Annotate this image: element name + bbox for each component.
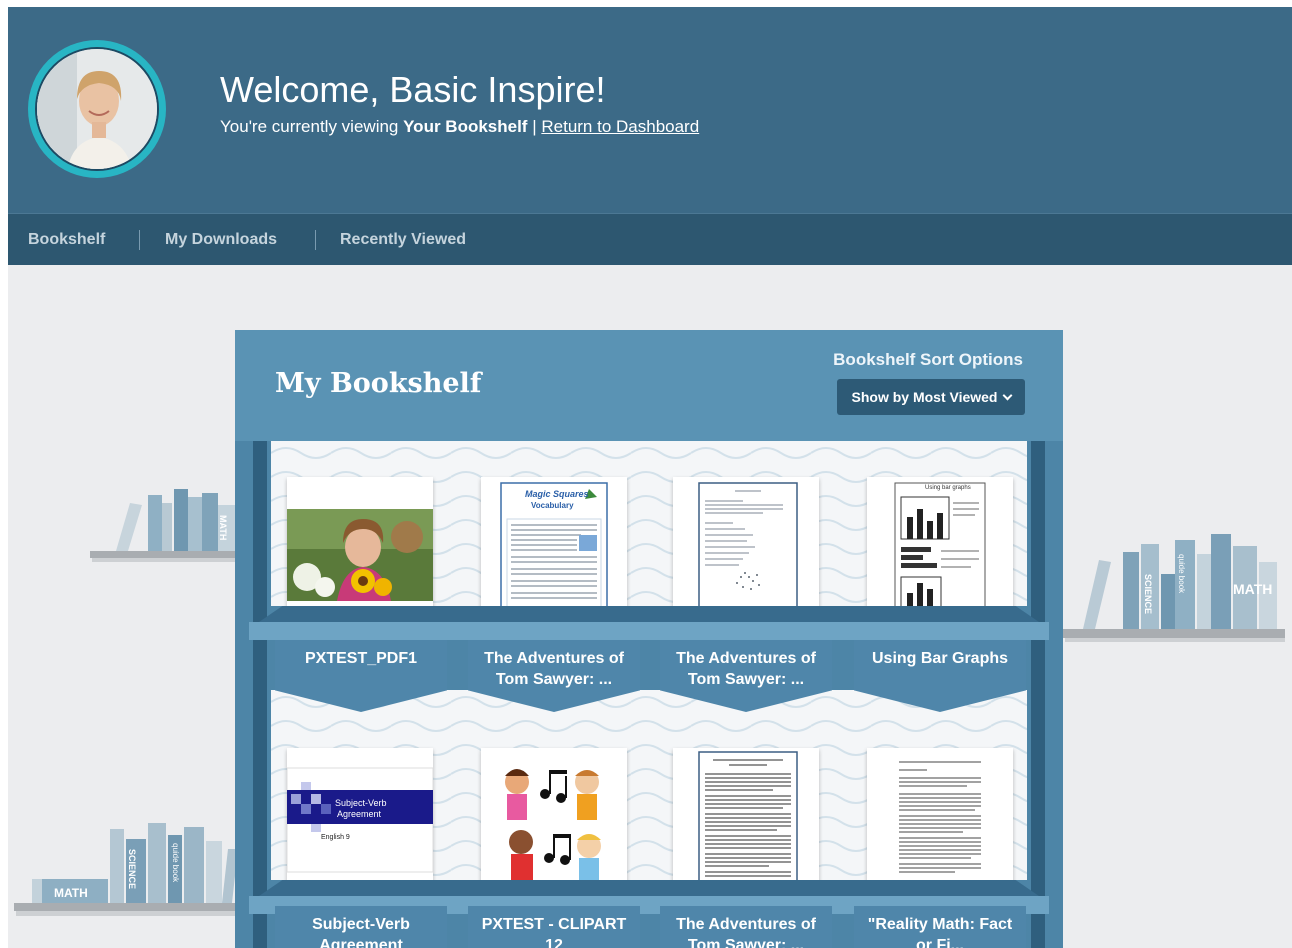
label-line: Subject-Verb [312,916,410,933]
label-line: PXTEST_PDF1 [304,650,418,667]
bookshelf-header: My Bookshelf Bookshelf Sort Options Show… [235,330,1063,441]
book-spine-label: quide book [171,843,180,883]
book-label-pxtest-clipart-12[interactable]: PXTEST - CLIPART 12 [468,906,640,948]
label-line: Using Bar Graphs [871,650,1009,667]
label-line: Tom Sawyer: ... [687,671,805,688]
book-pxtest-clipart-12[interactable] [481,748,627,893]
label-line: Agreement [319,937,403,948]
book-cover-document [673,477,819,622]
book-tom-sawyer-2[interactable] [673,477,819,622]
book-reality-math[interactable] [867,748,1013,893]
thumb-title: Using bar graphs [925,485,971,491]
sort-dropdown[interactable]: Show by Most Viewed [837,379,1025,415]
plank-face [249,622,1049,640]
book-label-tom-sawyer-3[interactable]: The Adventures of Tom Sawyer: ... [660,906,832,948]
book-label-subject-verb-agreement[interactable]: Subject-Verb Agreement [275,906,447,948]
book-cover-document [673,748,819,893]
nav-my-downloads[interactable]: My Downloads [165,231,277,249]
book-tom-sawyer-3[interactable] [673,748,819,893]
avatar[interactable] [35,47,159,171]
decor-shelf-right: SCIENCE MATH quide book [1063,534,1285,649]
book-spine-label: SCIENCE [127,849,137,890]
my-bookshelf-panel: My Bookshelf Bookshelf Sort Options Show… [235,330,1063,948]
label-line: 12 [545,937,563,948]
welcome-title: Welcome, Basic Inspire! [220,69,606,110]
book-cover-clipart [481,748,627,893]
book-cover-slide [287,748,433,893]
book-cover-bar-graphs [867,477,1013,622]
user-photo-image [37,49,157,169]
nav-divider [315,230,316,250]
thumb-title: Subject-Verb [335,798,387,808]
thumb-title: Magic Squares [525,489,589,499]
thumb-subtitle: Vocabulary [531,501,574,510]
label-line: PXTEST - CLIPART [481,916,627,933]
label-line: Tom Sawyer: ... [687,937,805,948]
return-to-dashboard-link[interactable]: Return to Dashboard [541,117,699,136]
shelf-post-left [253,441,267,948]
page-frame: Welcome, Basic Inspire! You're currently… [8,7,1292,948]
book-pxtest-pdf1[interactable] [287,477,433,622]
book-spine-label: SCIENCE [1143,574,1153,615]
thumb-title-2: Agreement [337,809,382,819]
nav-bookshelf[interactable]: Bookshelf [28,231,105,249]
book-cover-document [867,748,1013,893]
shelf-post-right [1031,441,1045,948]
bookshelf-subnav: Bookshelf My Downloads Recently Viewed [8,213,1292,265]
viewing-current: Your Bookshelf [403,117,528,136]
book-tom-sawyer-1[interactable]: Magic Squares Vocabulary [481,477,627,622]
plank-top [259,606,1039,622]
plank-top [259,880,1039,896]
shelf-plank [249,606,1049,640]
sort-options-label: Bookshelf Sort Options [833,350,1023,369]
sort-dropdown-value: Show by Most Viewed [851,389,998,405]
book-spine-label: MATH [218,515,228,541]
label-line: The Adventures of [484,650,624,667]
book-using-bar-graphs[interactable]: Using bar graphs [867,477,1013,622]
book-cover-photo [287,477,433,622]
decor-shelf-left-bottom: MATH SCIENCE quide book [14,819,238,919]
viewing-status: You're currently viewing Your Bookshelf … [220,117,699,137]
label-line: or Fi... [916,937,964,948]
label-line: "Reality Math: Fact [867,916,1013,933]
book-subject-verb-agreement[interactable]: Subject-Verb Agreement English 9 [287,748,433,893]
label-line: The Adventures of [676,650,816,667]
profile-header: Welcome, Basic Inspire! You're currently… [8,7,1292,213]
avatar-ring [28,40,166,178]
chevron-down-icon [1002,390,1012,401]
nav-divider [139,230,140,250]
book-label-reality-math[interactable]: "Reality Math: Fact or Fi... [854,906,1026,948]
label-line: Tom Sawyer: ... [495,671,613,688]
book-spine-label: quide book [1177,554,1186,594]
viewing-separator: | [527,117,542,136]
nav-recently-viewed[interactable]: Recently Viewed [340,231,466,249]
decor-shelf-left-top: MATH [90,485,236,565]
thumb-subtitle: English 9 [321,834,350,841]
viewing-prefix: You're currently viewing [220,117,404,136]
bookshelf-title: My Bookshelf [275,368,482,399]
book-spine-label: MATH [54,886,88,900]
book-spine-label: MATH [1233,581,1273,597]
label-line: The Adventures of [676,916,816,933]
